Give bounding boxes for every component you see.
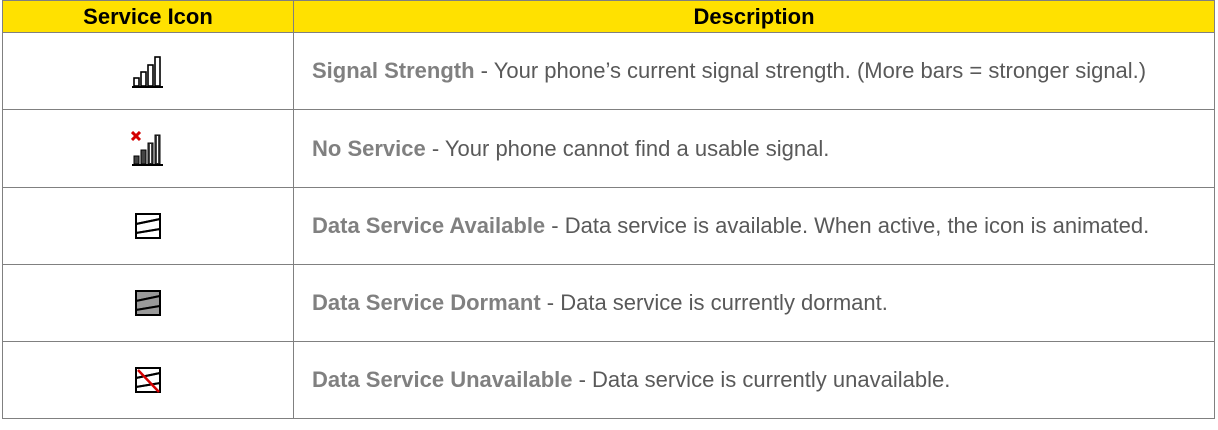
data-service-available-icon [135,213,161,239]
description-cell: Data Service Unavailable - Data service … [293,341,1215,419]
table-row: Data Service Unavailable - Data service … [2,341,1215,419]
service-icons-table: Service Icon Description Signal Strength… [2,0,1215,419]
row-title: No Service [312,135,426,161]
icon-cell [2,32,294,110]
row-title: Signal Strength [312,58,475,83]
row-text: - Data service is currently dormant. [540,290,888,315]
header-description: Description [293,0,1215,33]
row-text: - Your phone cannot find a usable signal… [425,135,830,161]
row-title: Data Service Unavailable [312,367,573,392]
icon-cell [2,187,294,265]
description-cell: Data Service Dormant - Data service is c… [293,264,1215,342]
description-cell: Signal Strength - Your phone’s current s… [293,32,1215,110]
row-text: - Data service is currently unavailable. [572,367,951,392]
data-service-unavailable-icon [135,367,161,393]
signal-strength-icon [132,56,163,88]
table-row: Data Service Dormant - Data service is c… [2,264,1215,342]
icon-cell [2,109,294,188]
row-text: - Your phone’s current signal strength. … [474,58,1147,83]
no-service-icon [131,130,163,166]
description-cell: No Service - Your phone cannot find a us… [293,109,1215,188]
table-row: Signal Strength - Your phone’s current s… [2,32,1215,110]
table-row: No Service - Your phone cannot find a us… [2,109,1215,188]
row-title: Data Service Dormant [312,290,541,315]
table-row: Data Service Available - Data service is… [2,187,1215,265]
row-text: - Data service is available. When active… [545,213,1150,238]
description-cell: Data Service Available - Data service is… [293,187,1215,265]
icon-cell [2,341,294,419]
icon-cell [2,264,294,342]
table-header-row: Service Icon Description [2,0,1215,33]
header-service-icon: Service Icon [2,0,294,33]
row-title: Data Service Available [312,213,546,238]
data-service-dormant-icon [135,290,161,316]
